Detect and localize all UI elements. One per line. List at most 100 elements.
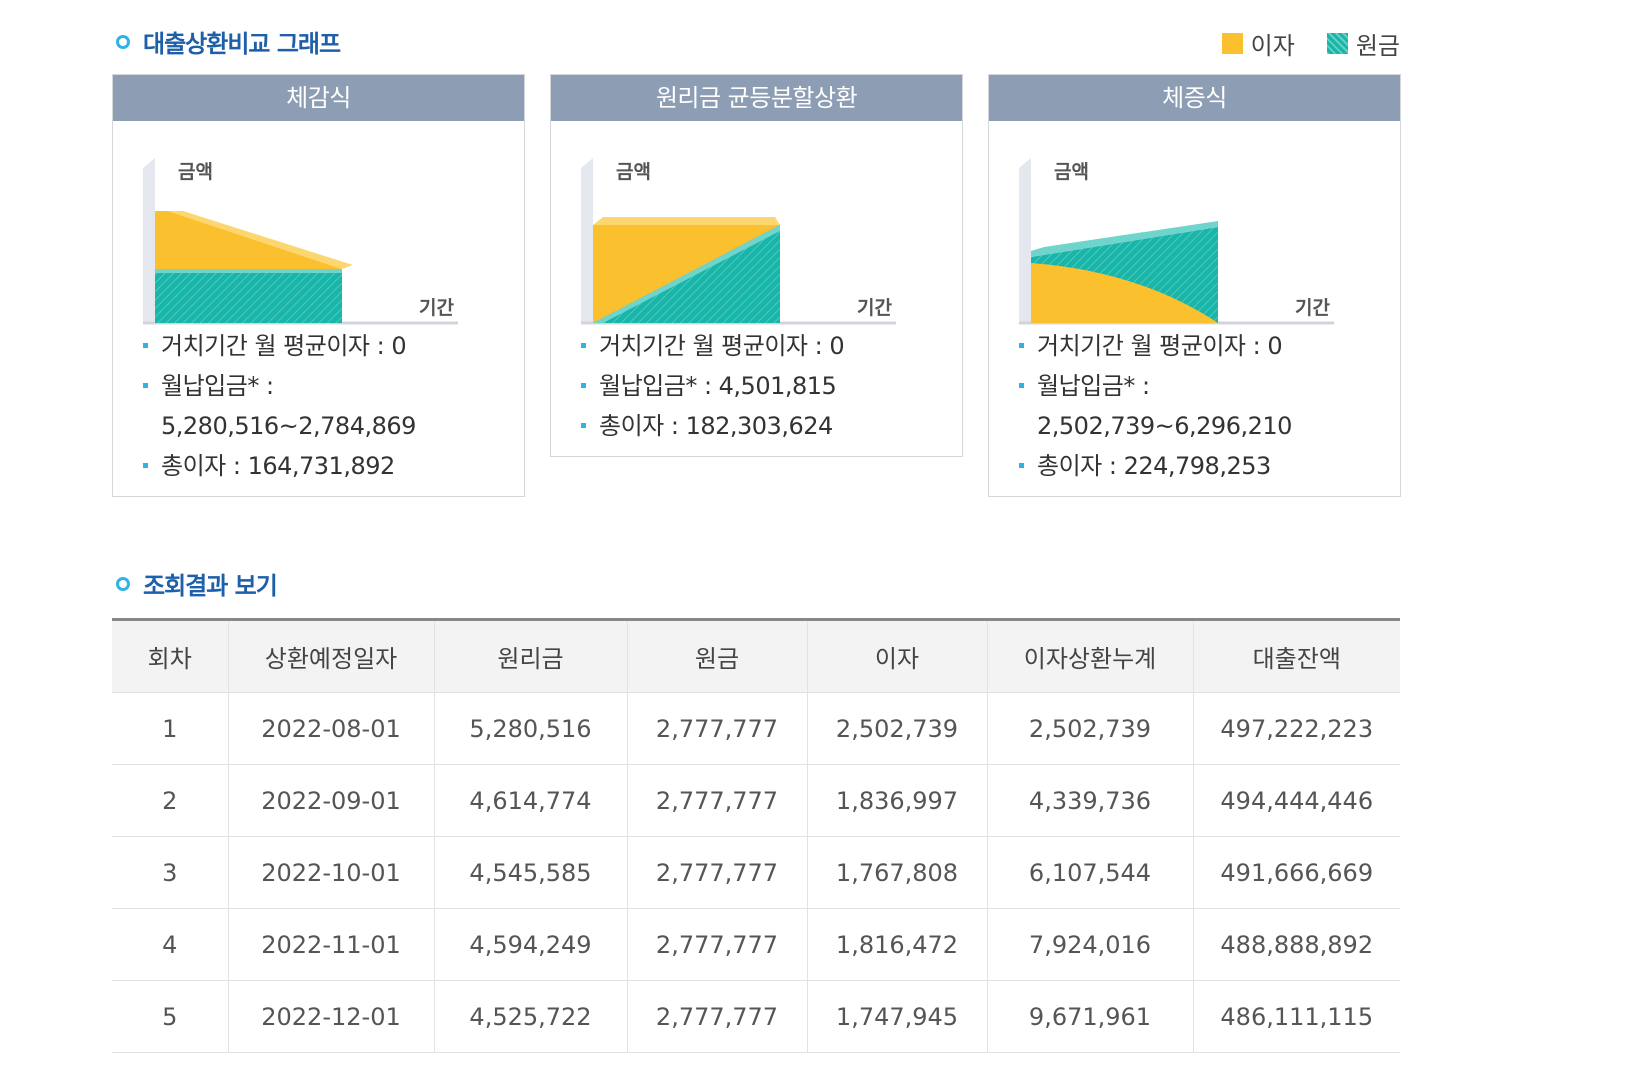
card-chart: 금액 기간 <box>551 121 962 326</box>
cell-payment: 5,280,516 <box>434 692 628 765</box>
cell-round: 2 <box>112 764 229 837</box>
legend-label-principal: 원금 <box>1355 32 1400 60</box>
info-item: 총이자 : 182,303,624 <box>579 406 962 446</box>
card-info-list: 거치기간 월 평균이자 : 0 월납입금* : 4,501,815 총이자 : … <box>551 326 962 456</box>
info-text: 거치기간 월 평균이자 : 0 <box>1037 332 1283 360</box>
y-axis-label: 금액 <box>1054 161 1089 183</box>
cell-interest-cumulative: 4,339,736 <box>987 764 1194 837</box>
info-text: 월납입금* : 4,501,815 <box>599 372 837 400</box>
section-bullet-icon <box>116 34 130 49</box>
cell-balance: 497,222,223 <box>1193 692 1400 765</box>
principal-area <box>155 273 342 323</box>
cell-principal: 2,777,777 <box>627 764 808 837</box>
interest-swatch-icon <box>1221 33 1243 54</box>
principal-swatch-icon <box>1326 33 1348 54</box>
info-text: 월납입금* : <box>1037 372 1150 400</box>
table-header-row: 회차 상환예정일자 원리금 원금 이자 이자상환누계 대출잔액 <box>112 619 1400 693</box>
increasing-repayment-graph <box>1019 158 1334 325</box>
info-item: 총이자 : 164,731,892 <box>141 446 524 486</box>
table-row: 4 2022-11-01 4,594,249 2,777,777 1,816,4… <box>112 908 1400 981</box>
cell-balance: 488,888,892 <box>1193 908 1400 981</box>
table-row: 3 2022-10-01 4,545,585 2,777,777 1,767,8… <box>112 836 1400 909</box>
legend-label-interest: 이자 <box>1250 32 1295 60</box>
card-chart: 금액 기간 <box>113 121 524 326</box>
cell-interest-cumulative: 9,671,961 <box>987 980 1194 1053</box>
x-axis-label: 기간 <box>857 297 892 319</box>
cell-round: 1 <box>112 692 229 765</box>
legend-item-interest: 이자 <box>1221 26 1295 61</box>
y-axis-wall <box>143 158 155 323</box>
interest-top-face <box>593 217 780 225</box>
info-item: 월납입금* : <box>1017 366 1400 406</box>
card-title: 체감식 <box>113 75 524 121</box>
cell-round: 4 <box>112 908 229 981</box>
column-header-interest[interactable]: 이자 <box>807 619 988 693</box>
column-header-date[interactable]: 상환예정일자 <box>228 619 435 693</box>
column-header-interest-cumulative[interactable]: 이자상환누계 <box>987 619 1194 693</box>
bullet-icon <box>1019 343 1024 348</box>
cell-balance: 491,666,669 <box>1193 836 1400 909</box>
bullet-icon <box>581 383 586 388</box>
cell-date: 2022-12-01 <box>228 980 435 1053</box>
legend-item-principal: 원금 <box>1326 26 1400 61</box>
cell-payment: 4,594,249 <box>434 908 628 981</box>
section-bullet-icon <box>116 576 130 591</box>
results-section-title: 조회결과 보기 <box>143 572 278 600</box>
info-text: 총이자 : 164,731,892 <box>161 452 395 480</box>
info-item: 거치기간 월 평균이자 : 0 <box>579 326 962 366</box>
info-text: 거치기간 월 평균이자 : 0 <box>599 332 845 360</box>
bullet-icon <box>1019 383 1024 388</box>
info-item: 거치기간 월 평균이자 : 0 <box>141 326 524 366</box>
y-axis-label: 금액 <box>178 161 213 183</box>
column-header-balance[interactable]: 대출잔액 <box>1193 619 1400 693</box>
decreasing-repayment-graph <box>143 158 458 325</box>
cell-balance: 486,111,115 <box>1193 980 1400 1053</box>
y-axis-wall <box>581 158 593 323</box>
card-info-list: 거치기간 월 평균이자 : 0 월납입금* : 5,280,516~2,784,… <box>113 326 524 496</box>
card-title: 원리금 균등분할상환 <box>551 75 962 121</box>
card-info-list: 거치기간 월 평균이자 : 0 월납입금* : 2,502,739~6,296,… <box>989 326 1400 496</box>
graph-section-title: 대출상환비교 그래프 <box>143 30 341 58</box>
cell-interest-cumulative: 2,502,739 <box>987 692 1194 765</box>
cell-date: 2022-10-01 <box>228 836 435 909</box>
repayment-card-decreasing: 체감식 금액 기간 거치기간 월 평균이자 : 0 월납입금* : 5,280,… <box>112 74 525 497</box>
interest-area <box>155 211 342 271</box>
column-header-principal[interactable]: 원금 <box>627 619 808 693</box>
cell-principal: 2,777,777 <box>627 980 808 1053</box>
cell-interest-cumulative: 6,107,544 <box>987 836 1194 909</box>
x-axis-label: 기간 <box>1295 297 1330 319</box>
cell-balance: 494,444,446 <box>1193 764 1400 837</box>
column-header-payment[interactable]: 원리금 <box>434 619 628 693</box>
cell-round: 5 <box>112 980 229 1053</box>
bullet-icon <box>581 343 586 348</box>
info-text: 5,280,516~2,784,869 <box>161 412 416 440</box>
results-section-header: 조회결과 보기 <box>116 566 278 601</box>
repayment-card-equal: 원리금 균등분할상환 금액 기간 거치기간 월 평균이자 : 0 월납입금* :… <box>550 74 963 457</box>
y-axis-wall <box>1019 158 1031 323</box>
cell-principal: 2,777,777 <box>627 908 808 981</box>
card-chart: 금액 기간 <box>989 121 1400 326</box>
bullet-icon <box>143 463 148 468</box>
info-text: 거치기간 월 평균이자 : 0 <box>161 332 407 360</box>
info-text: 2,502,739~6,296,210 <box>1037 412 1292 440</box>
info-item-continued: 5,280,516~2,784,869 <box>141 406 524 446</box>
cell-interest: 1,747,945 <box>807 980 988 1053</box>
table-row: 5 2022-12-01 4,525,722 2,777,777 1,747,9… <box>112 980 1400 1053</box>
bullet-icon <box>1019 463 1024 468</box>
x-axis-label: 기간 <box>419 297 454 319</box>
cell-interest: 1,836,997 <box>807 764 988 837</box>
info-item: 월납입금* : <box>141 366 524 406</box>
cell-interest: 1,767,808 <box>807 836 988 909</box>
cell-payment: 4,545,585 <box>434 836 628 909</box>
info-item: 총이자 : 224,798,253 <box>1017 446 1400 486</box>
info-text: 월납입금* : <box>161 372 274 400</box>
repayment-card-increasing: 체증식 금액 기간 거치기간 월 평균이자 : 0 월납입금* : 2,502,… <box>988 74 1401 497</box>
bullet-icon <box>143 343 148 348</box>
graph-section-header: 대출상환비교 그래프 <box>116 24 341 59</box>
column-header-round[interactable]: 회차 <box>112 619 229 693</box>
bullet-icon <box>143 383 148 388</box>
table-row: 1 2022-08-01 5,280,516 2,777,777 2,502,7… <box>112 692 1400 765</box>
info-text: 총이자 : 224,798,253 <box>1037 452 1271 480</box>
cell-payment: 4,614,774 <box>434 764 628 837</box>
cell-interest: 2,502,739 <box>807 692 988 765</box>
